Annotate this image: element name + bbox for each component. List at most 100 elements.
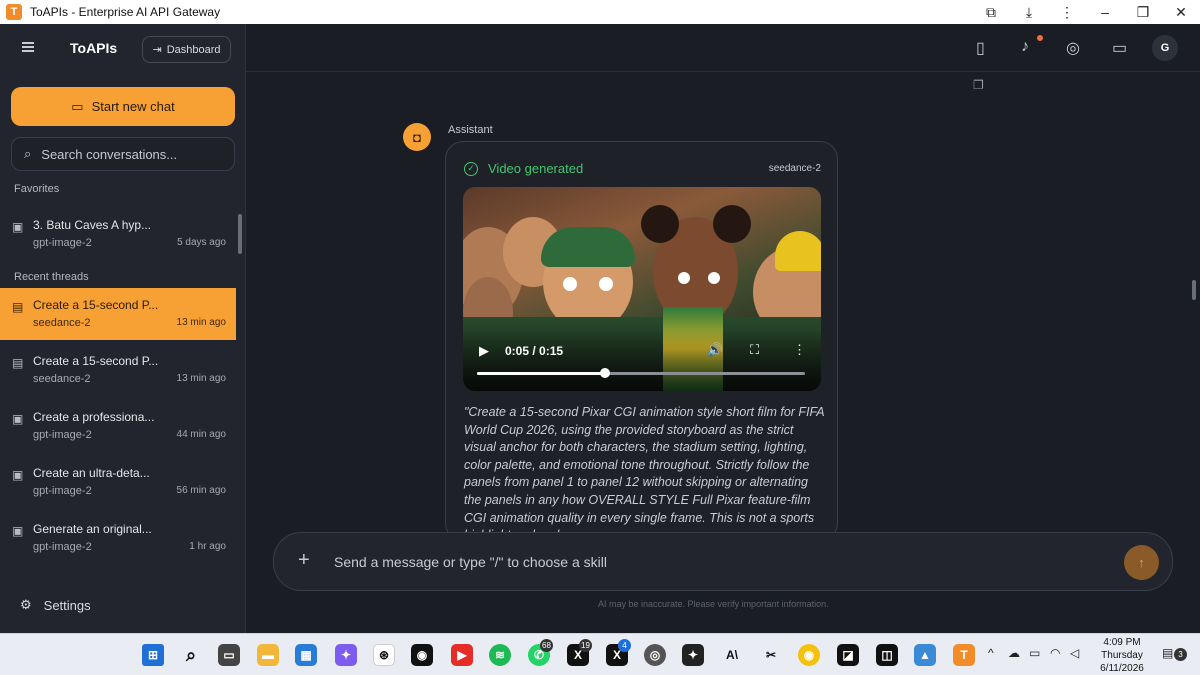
thread-time: 44 min ago [176, 429, 226, 440]
check-circle-icon: ✓ [464, 161, 478, 176]
windows-taskbar: ⊞ ⌕ ▭ ▬ ▦ ✦ ⊛ ◉ ▶ ≋ ✆ 68 X 19 X 4 ◎ ✦ A\… [0, 633, 1200, 675]
recent-threads-heading: Recent threads [14, 271, 89, 283]
chrome-icon[interactable]: ◉ [798, 644, 820, 666]
video-status: Video generated [488, 161, 584, 176]
task-view-icon[interactable]: ▭ [218, 644, 240, 666]
assistant-label: Assistant [448, 124, 493, 136]
onedrive-icon[interactable]: ☁ [1008, 646, 1020, 660]
send-button[interactable]: ↑ [1124, 545, 1159, 580]
bell-icon[interactable]: ♪ [1021, 38, 1029, 56]
model-tag: seedance-2 [768, 163, 821, 174]
recent-thread[interactable]: ▣ Create an ultra-deta... gpt-image-2 56… [0, 456, 236, 508]
thread-title: Create an ultra-deta... [33, 466, 150, 480]
speaker-icon[interactable]: ◁ [1070, 646, 1079, 660]
settings-button[interactable]: ⚙ Settings [20, 597, 91, 613]
file-explorer-icon[interactable]: ▬ [257, 644, 279, 666]
podcast-icon[interactable]: ◉ [411, 644, 433, 666]
book-icon[interactable]: ▯ [976, 38, 985, 58]
dashboard-button[interactable]: ⇥ Dashboard [142, 36, 231, 63]
video-progress-handle[interactable] [599, 368, 610, 378]
toapis-taskbar-icon[interactable]: T [953, 644, 975, 666]
video-player[interactable]: ▶ 0:05 / 0:15 🔊 ⛶ ⋮ [463, 187, 821, 391]
photos-icon[interactable]: ▲ [914, 644, 936, 666]
wifi-icon[interactable]: ◠ [1050, 646, 1060, 660]
recent-thread[interactable]: ▣ Generate an original... gpt-image-2 1 … [0, 512, 236, 564]
plus-icon[interactable]: + [298, 549, 310, 572]
search-icon[interactable]: ⌕ [180, 644, 202, 666]
sparkle-app-icon[interactable]: ✦ [682, 644, 704, 666]
recent-thread-active[interactable]: ▤ Create a 15-second P... seedance-2 13 … [0, 288, 236, 340]
main-scrollbar-thumb[interactable] [1192, 280, 1196, 300]
store-icon[interactable]: ▦ [295, 644, 317, 666]
thread-title: Create a 15-second P... [33, 298, 159, 312]
thread-model: gpt-image-2 [33, 429, 92, 441]
recent-thread[interactable]: ▤ Create a 15-second P... seedance-2 13 … [0, 344, 236, 396]
favorites-heading: Favorites [14, 183, 60, 195]
extensions-icon[interactable]: ⧉ [972, 4, 1010, 21]
gear-icon: ⚙ [20, 597, 32, 612]
notification-badge: 3 [1174, 648, 1187, 661]
assistant-message-card: ✓ Video generated seedance-2 ▶ 0:05 / 0:… [445, 141, 838, 541]
thread-model: gpt-image-2 [33, 485, 92, 497]
circle-app-icon[interactable]: ◎ [644, 644, 666, 666]
favorite-thread[interactable]: ▣ 3. Batu Caves A hyp... gpt-image-2 5 d… [0, 208, 236, 260]
chat-plus-icon: ▭ [71, 98, 84, 114]
monitor-icon[interactable]: ▭ [1112, 38, 1127, 58]
video-time: 0:05 / 0:15 [505, 344, 564, 358]
sidebar-scrollbar[interactable] [237, 184, 243, 574]
play-icon[interactable]: ▶ [479, 343, 489, 359]
restore-button[interactable]: ❐ [1124, 4, 1162, 21]
menu-icon[interactable] [22, 42, 34, 52]
fullscreen-icon[interactable]: ⛶ [750, 342, 759, 358]
spotify-icon[interactable]: ≋ [489, 644, 511, 666]
thread-time: 5 days ago [177, 237, 226, 248]
thread-title: Create a 15-second P... [33, 354, 159, 368]
search-icon: ⌕ [24, 146, 32, 161]
app-icon[interactable]: ◫ [876, 644, 898, 666]
recent-thread[interactable]: ▣ Create a professiona... gpt-image-2 44… [0, 400, 236, 452]
bot-icon: ◘ [403, 123, 431, 151]
battery-icon: ▭ [1029, 646, 1041, 660]
video-progress-bar[interactable] [477, 368, 805, 378]
image-icon: ▣ [12, 412, 24, 426]
volume-icon[interactable]: 🔊 [707, 342, 723, 358]
thread-time: 56 min ago [176, 485, 226, 496]
search-placeholder: Search conversations... [41, 146, 178, 162]
thread-title: Create a professiona... [33, 410, 155, 424]
window-title: ToAPIs - Enterprise AI API Gateway [30, 5, 221, 19]
chatgpt-icon[interactable]: ⊛ [373, 644, 395, 666]
message-input-placeholder[interactable]: Send a message or type "/" to choose a s… [334, 554, 607, 570]
youtube-icon[interactable]: ▶ [451, 644, 473, 666]
app-logo-icon: T [6, 4, 22, 20]
avatar[interactable]: G [1152, 35, 1178, 61]
dashboard-label: Dashboard [166, 43, 221, 56]
system-clock[interactable]: 4:09 PM Thursday 6/11/2026 [1094, 636, 1150, 675]
message-composer[interactable]: + Send a message or type "/" to choose a… [273, 532, 1173, 591]
close-button[interactable]: ✕ [1162, 4, 1200, 21]
notification-dot [1037, 35, 1043, 41]
chevron-up-icon[interactable]: ^ [988, 646, 994, 660]
more-menu-icon[interactable]: ⋮ [1048, 4, 1086, 21]
windows-start-icon[interactable]: ⊞ [142, 644, 164, 666]
download-icon[interactable]: ⤓ [1010, 4, 1048, 21]
notification-icon[interactable]: ▤ [1162, 646, 1173, 660]
clock-time: 4:09 PM [1103, 637, 1141, 648]
gemini-icon[interactable]: ✦ [335, 644, 357, 666]
thread-model: gpt-image-2 [33, 237, 92, 249]
clock-date: 6/11/2026 [1100, 663, 1144, 674]
globe-icon[interactable]: ◎ [1066, 38, 1080, 58]
thread-title: 3. Batu Caves A hyp... [33, 218, 152, 232]
thread-model: seedance-2 [33, 317, 91, 329]
capcut-icon[interactable]: ✂ [760, 644, 782, 666]
app-icon[interactable]: ◪ [837, 644, 859, 666]
minimize-button[interactable]: – [1086, 4, 1124, 20]
thread-time: 1 hr ago [189, 541, 226, 552]
search-input[interactable]: ⌕ Search conversations... [11, 137, 235, 171]
clock-day: Thursday [1101, 650, 1143, 661]
sidebar: ToAPIs ⇥ Dashboard ▭ Start new chat ⌕ Se… [0, 24, 246, 633]
ai-app-icon[interactable]: A\ [721, 644, 743, 666]
copy-icon[interactable]: ❐ [973, 78, 984, 92]
image-icon: ▣ [12, 524, 24, 538]
start-new-chat-button[interactable]: ▭ Start new chat [11, 87, 235, 126]
more-options-icon[interactable]: ⋮ [793, 342, 806, 358]
